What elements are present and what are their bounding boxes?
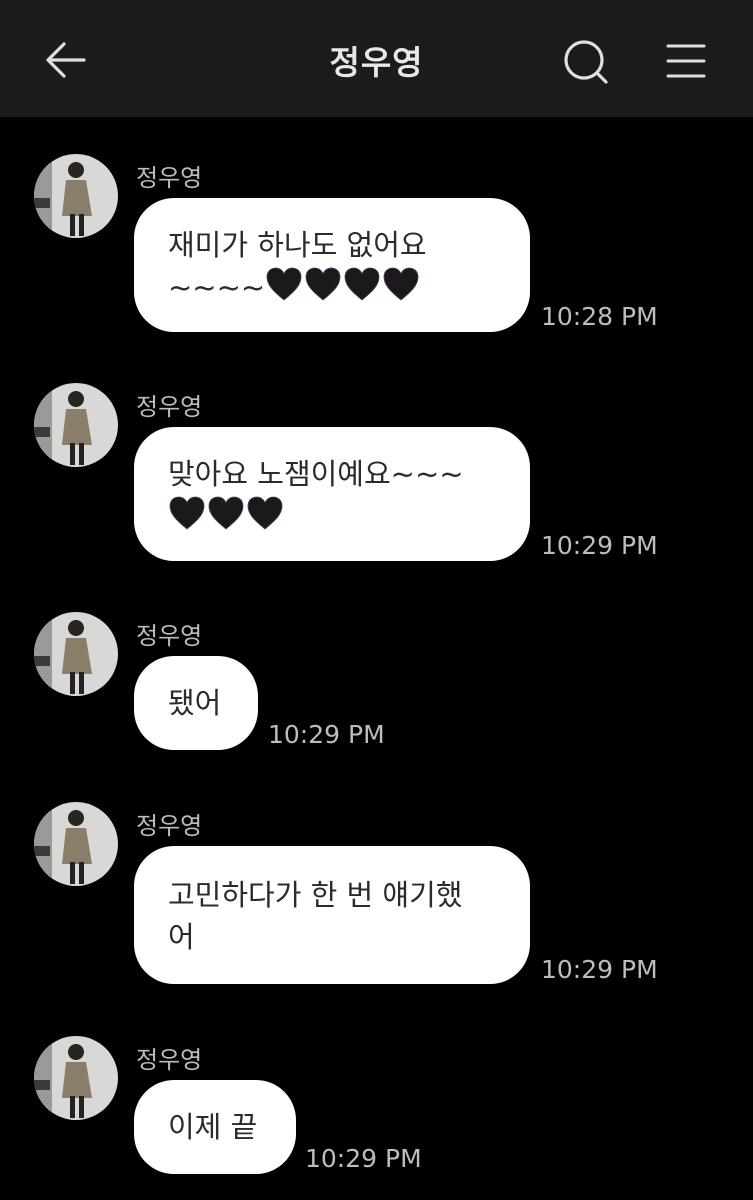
message-text-line: 재미가 하나도 없어요	[168, 228, 427, 262]
sender-name: 정우영	[136, 393, 203, 421]
message-time: 10:29 PM	[305, 1144, 422, 1173]
search-button[interactable]	[560, 36, 612, 88]
heart-emoji-group	[168, 495, 285, 542]
search-icon	[564, 40, 608, 84]
message-text-line: 됐어	[168, 686, 222, 720]
avatar-photo	[34, 612, 118, 696]
sender-name: 정우영	[136, 622, 203, 650]
message-bubble[interactable]: 재미가 하나도 없어요 ~~~~	[134, 198, 530, 332]
message-bubble[interactable]: 맞아요 노잼이예요~~~	[134, 427, 530, 561]
message-time: 10:29 PM	[541, 955, 658, 984]
black-heart-icon	[208, 496, 244, 530]
message-time: 10:29 PM	[268, 720, 385, 749]
avatar[interactable]	[34, 802, 118, 886]
sender-name: 정우영	[136, 1046, 203, 1074]
black-heart-icon	[305, 267, 341, 301]
message-text-line: 이제 끝	[168, 1110, 258, 1144]
avatar-photo	[34, 1036, 118, 1120]
message-bubble[interactable]: 고민하다가 한 번 얘기했 어	[134, 846, 530, 984]
black-heart-icon	[383, 267, 419, 301]
avatar[interactable]	[34, 612, 118, 696]
message-time: 10:28 PM	[541, 302, 658, 331]
hamburger-menu-icon	[666, 44, 706, 78]
avatar[interactable]	[34, 154, 118, 238]
avatar[interactable]	[34, 383, 118, 467]
message-text-line: 맞아요 노잼이예요~~~	[168, 457, 464, 491]
menu-button[interactable]	[662, 38, 710, 84]
avatar[interactable]	[34, 1036, 118, 1120]
avatar-photo	[34, 802, 118, 886]
chat-header: 정우영	[0, 0, 753, 117]
sender-name: 정우영	[136, 812, 203, 840]
sender-name: 정우영	[136, 164, 203, 192]
black-heart-icon	[344, 267, 380, 301]
message-text-line: 고민하다가 한 번 얘기했	[168, 878, 463, 912]
message-bubble[interactable]: 이제 끝	[134, 1080, 296, 1174]
message-bubble[interactable]: 됐어	[134, 656, 258, 750]
black-heart-icon	[247, 496, 283, 530]
black-heart-icon	[169, 496, 205, 530]
avatar-photo	[34, 154, 118, 238]
message-text-line	[168, 495, 496, 542]
black-heart-icon	[266, 267, 302, 301]
message-text-line: 어	[168, 920, 195, 954]
chat-title: 정우영	[329, 43, 424, 82]
message-text-line: ~~~~	[168, 266, 496, 313]
heart-emoji-group	[265, 266, 421, 313]
message-time: 10:29 PM	[541, 531, 658, 560]
avatar-photo	[34, 383, 118, 467]
